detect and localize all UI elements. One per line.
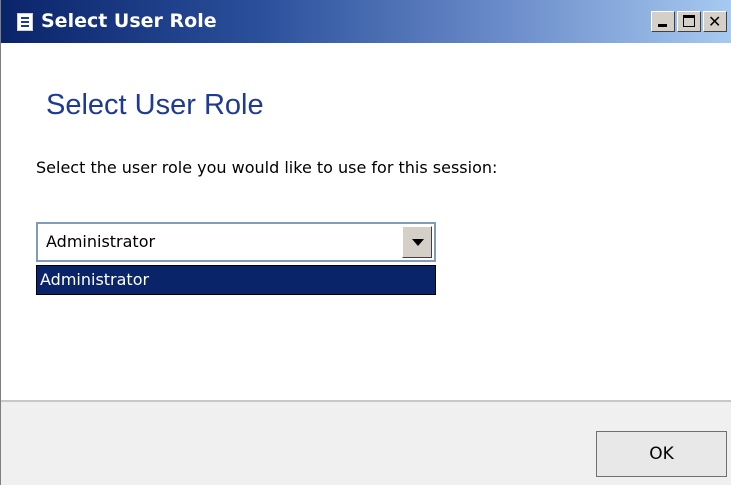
- close-icon: ✕: [708, 12, 722, 31]
- minimize-icon: [658, 24, 667, 27]
- select-user-role-window: Select User Role ✕ Select User Role Sele…: [0, 0, 731, 485]
- title-bar[interactable]: Select User Role ✕: [1, 0, 731, 43]
- user-role-select[interactable]: Administrator: [36, 222, 436, 262]
- close-button[interactable]: ✕: [703, 11, 727, 32]
- maximize-button[interactable]: [677, 11, 701, 32]
- user-role-dropdown-list: Administrator: [36, 265, 436, 295]
- user-role-selected-value: Administrator: [46, 232, 156, 251]
- dropdown-option-administrator[interactable]: Administrator: [37, 266, 435, 294]
- window-title: Select User Role: [41, 10, 217, 32]
- app-window-icon[interactable]: [17, 13, 33, 31]
- minimize-button[interactable]: [651, 11, 675, 32]
- maximize-icon: [683, 15, 695, 27]
- chevron-down-icon: [412, 239, 424, 246]
- page-title: Select User Role: [46, 89, 264, 121]
- dropdown-toggle-button[interactable]: [402, 226, 432, 258]
- ok-button[interactable]: OK: [596, 431, 727, 477]
- instruction-text: Select the user role you would like to u…: [36, 158, 498, 177]
